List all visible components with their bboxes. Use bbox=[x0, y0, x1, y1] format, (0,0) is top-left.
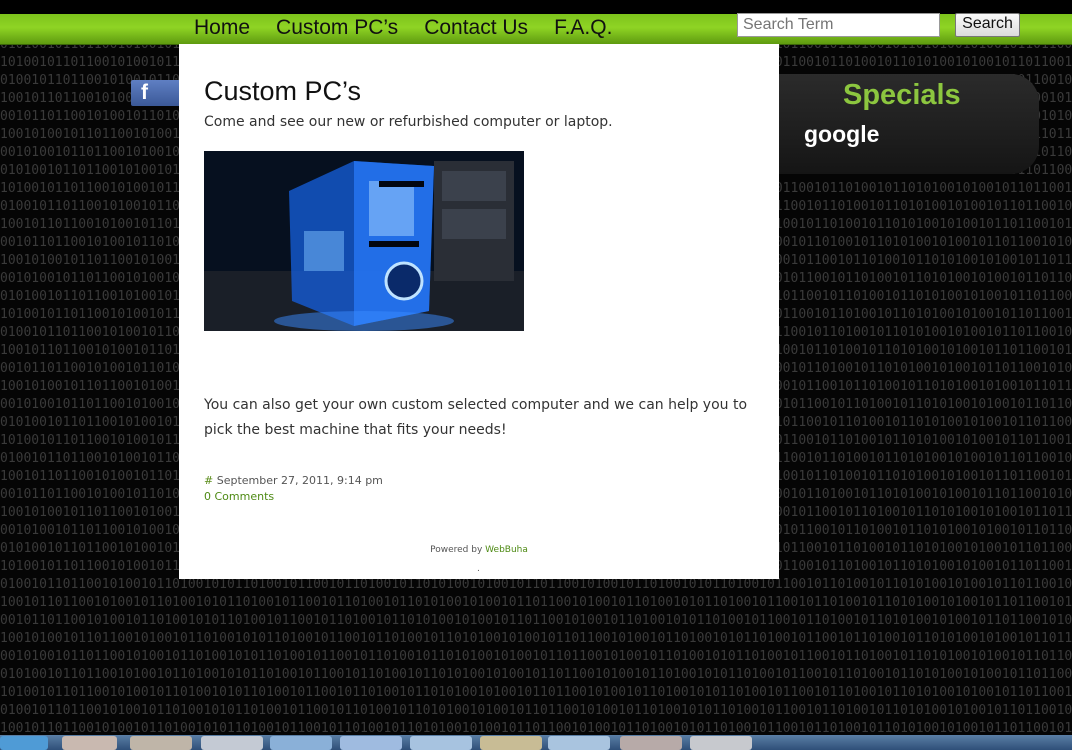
taskbar-app-icon[interactable] bbox=[690, 736, 752, 750]
taskbar-app-icon[interactable] bbox=[130, 736, 192, 750]
custom-pc-image bbox=[204, 151, 524, 331]
intro-text: Come and see our new or refurbished comp… bbox=[204, 114, 613, 130]
nav-custom-pcs[interactable]: Custom PC’s bbox=[274, 14, 400, 44]
search-input[interactable] bbox=[737, 13, 940, 37]
specials-title: Specials bbox=[843, 79, 961, 111]
taskbar-app-icon[interactable] bbox=[410, 736, 472, 750]
body-text: You can also get your own custom selecte… bbox=[204, 397, 748, 438]
taskbar-app-icon[interactable] bbox=[270, 736, 332, 750]
post-meta: # September 27, 2011, 9:14 pm bbox=[204, 474, 383, 487]
taskbar-app-icon[interactable] bbox=[62, 736, 117, 750]
specials-google-link[interactable]: google bbox=[804, 121, 879, 148]
post-date: September 27, 2011, 9:14 pm bbox=[216, 474, 383, 487]
nav-bar: Home Custom PC’s Contact Us F.A.Q. Searc… bbox=[0, 13, 1072, 45]
content-panel: Custom PC’s Come and see our new or refu… bbox=[179, 44, 779, 579]
taskbar-app-icon[interactable] bbox=[620, 736, 682, 750]
footer-dot: . bbox=[477, 564, 480, 574]
nav-contact-us[interactable]: Contact Us bbox=[422, 14, 530, 44]
start-button[interactable] bbox=[0, 736, 48, 750]
facebook-icon: f bbox=[141, 81, 148, 104]
facebook-button[interactable]: f bbox=[131, 80, 179, 106]
comments-link[interactable]: 0 Comments bbox=[204, 490, 274, 503]
webbuha-link[interactable]: WebBuha bbox=[485, 545, 528, 555]
top-bar bbox=[0, 0, 1072, 14]
taskbar bbox=[0, 735, 1072, 750]
page-title: Custom PC’s bbox=[204, 76, 362, 106]
taskbar-app-icon[interactable] bbox=[201, 736, 263, 750]
taskbar-app-icon[interactable] bbox=[340, 736, 402, 750]
powered-by-text: Powered by bbox=[430, 545, 483, 555]
nav-links: Home Custom PC’s Contact Us F.A.Q. bbox=[192, 14, 636, 44]
nav-faq[interactable]: F.A.Q. bbox=[552, 14, 614, 44]
footer: Powered by WebBuha bbox=[179, 545, 779, 555]
nav-home[interactable]: Home bbox=[192, 14, 252, 44]
specials-panel: Specials google bbox=[779, 74, 1039, 174]
taskbar-app-icon[interactable] bbox=[480, 736, 542, 750]
search-button[interactable]: Search bbox=[955, 13, 1020, 37]
taskbar-app-icon[interactable] bbox=[548, 736, 610, 750]
permalink-link[interactable]: # bbox=[204, 474, 213, 487]
